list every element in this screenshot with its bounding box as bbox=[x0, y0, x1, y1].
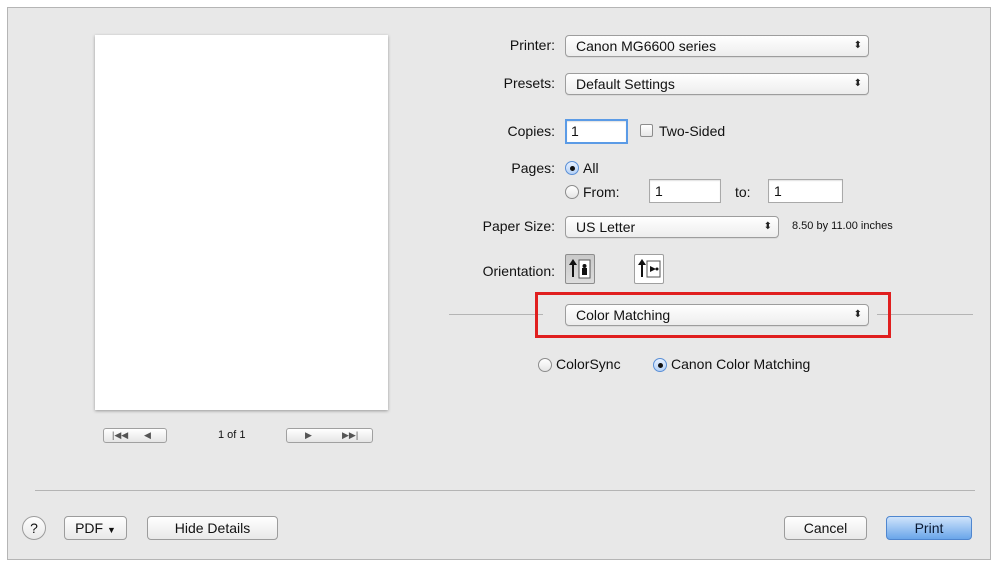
prev-page-icon[interactable]: ◀ bbox=[144, 429, 151, 442]
section-divider-left bbox=[449, 314, 543, 315]
portrait-orientation-icon bbox=[569, 259, 591, 279]
popup-arrows-icon: ⬍ bbox=[853, 78, 862, 89]
two-sided-checkbox[interactable] bbox=[640, 124, 653, 137]
copies-label: Copies: bbox=[507, 123, 555, 139]
presets-popup[interactable]: Default Settings ⬍ bbox=[565, 73, 869, 95]
print-dialog: |◀◀ ◀ 1 of 1 ▶ ▶▶| Printer: Canon MG6600… bbox=[7, 7, 991, 560]
pager-back-buttons[interactable]: |◀◀ ◀ bbox=[103, 428, 167, 443]
copies-field[interactable]: 1 bbox=[565, 119, 628, 144]
popup-arrows-icon: ⬍ bbox=[853, 40, 862, 51]
footer-divider bbox=[35, 490, 975, 491]
pages-from-field[interactable]: 1 bbox=[649, 179, 721, 203]
last-page-icon[interactable]: ▶▶| bbox=[342, 429, 358, 442]
canon-color-matching-label: Canon Color Matching bbox=[671, 356, 811, 372]
colorsync-radio[interactable] bbox=[538, 358, 552, 372]
pages-label: Pages: bbox=[511, 160, 555, 176]
pages-all-radio[interactable] bbox=[565, 161, 579, 175]
pager-forward-buttons[interactable]: ▶ ▶▶| bbox=[286, 428, 373, 443]
orientation-portrait-button[interactable] bbox=[565, 254, 595, 284]
colorsync-label: ColorSync bbox=[556, 356, 621, 372]
first-page-icon[interactable]: |◀◀ bbox=[112, 429, 128, 442]
printer-value: Canon MG6600 series bbox=[576, 38, 717, 54]
paper-size-label: Paper Size: bbox=[482, 218, 555, 234]
pages-from-label: From: bbox=[583, 184, 620, 200]
two-sided-label: Two-Sided bbox=[659, 123, 726, 139]
popup-arrows-icon: ⬍ bbox=[763, 221, 772, 232]
presets-label: Presets: bbox=[503, 75, 555, 91]
pdf-label: PDF bbox=[75, 520, 104, 536]
chevron-down-icon: ▼ bbox=[106, 525, 116, 535]
cancel-button[interactable]: Cancel bbox=[784, 516, 867, 540]
paper-dimensions: 8.50 by 11.00 inches bbox=[792, 220, 893, 232]
orientation-landscape-button[interactable] bbox=[634, 254, 664, 284]
printer-label: Printer: bbox=[509, 37, 555, 53]
pages-to-field[interactable]: 1 bbox=[768, 179, 843, 203]
page-preview bbox=[95, 35, 388, 410]
help-icon: ? bbox=[30, 520, 38, 536]
pages-from-radio[interactable] bbox=[565, 185, 579, 199]
help-button[interactable]: ? bbox=[22, 516, 46, 540]
landscape-orientation-icon bbox=[638, 259, 661, 278]
pages-to-label: to: bbox=[735, 184, 751, 200]
section-divider-right bbox=[877, 314, 973, 315]
printer-popup[interactable]: Canon MG6600 series ⬍ bbox=[565, 35, 869, 57]
page-indicator: 1 of 1 bbox=[218, 429, 246, 441]
print-button[interactable]: Print bbox=[886, 516, 972, 540]
next-page-icon[interactable]: ▶ bbox=[305, 429, 312, 442]
pages-all-label: All bbox=[583, 160, 599, 176]
highlight-box bbox=[535, 292, 891, 338]
orientation-label: Orientation: bbox=[482, 263, 555, 279]
paper-size-value: US Letter bbox=[576, 219, 636, 235]
pdf-button[interactable]: PDF ▼ bbox=[64, 516, 127, 540]
hide-details-button[interactable]: Hide Details bbox=[147, 516, 278, 540]
paper-size-popup[interactable]: US Letter ⬍ bbox=[565, 216, 779, 238]
presets-value: Default Settings bbox=[576, 76, 675, 92]
canon-color-matching-radio[interactable] bbox=[653, 358, 667, 372]
